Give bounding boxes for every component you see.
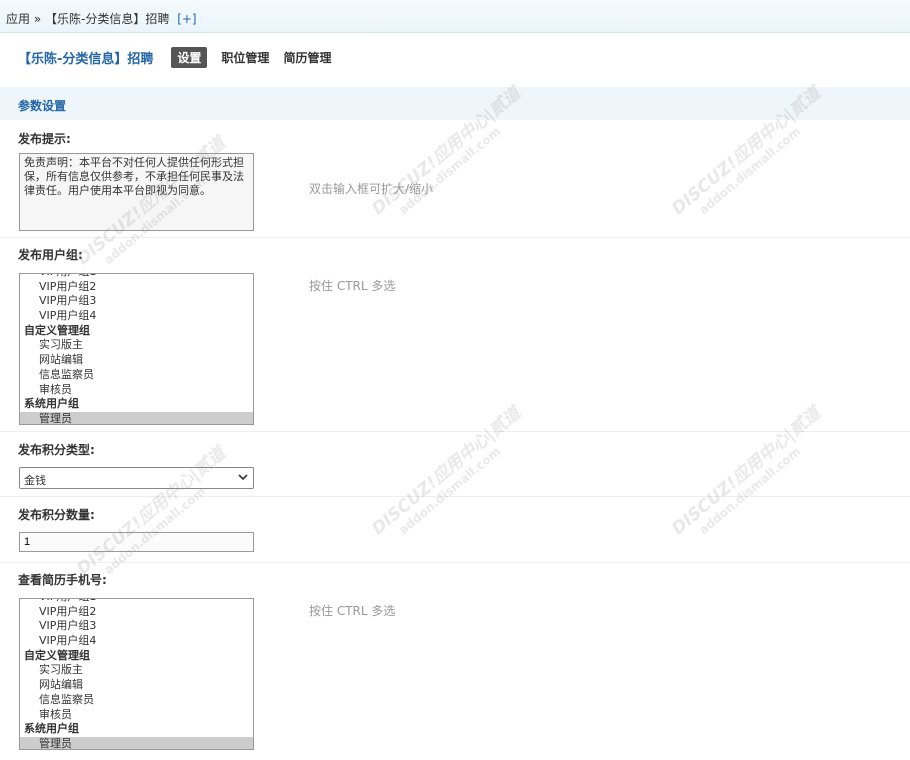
list-option[interactable]: VIP用户组4: [20, 309, 253, 324]
breadcrumb: 应用 » 【乐陈-分类信息】招聘 [+]: [6, 10, 197, 27]
credit-type-select[interactable]: 金钱: [19, 467, 254, 489]
tab-settings[interactable]: 设置: [171, 46, 208, 68]
divider: [0, 496, 910, 497]
tab-job-management[interactable]: 职位管理: [221, 49, 269, 66]
view-phone-groups-label: 查看简历手机号:: [18, 573, 107, 587]
list-option[interactable]: 实习版主: [20, 663, 253, 678]
option-group-label: 系统用户组: [24, 722, 79, 736]
view-phone-groups-listbox[interactable]: VIP用户组1VIP用户组2VIP用户组3VIP用户组4自定义管理组实习版主网站…: [19, 598, 254, 750]
notice-tip: 双击输入框可扩大/缩小: [309, 182, 434, 196]
page-header: 【乐陈-分类信息】招聘 设置 职位管理 简历管理: [18, 46, 345, 68]
list-option[interactable]: VIP用户组3: [20, 619, 253, 634]
list-option[interactable]: VIP用户组2: [20, 605, 253, 620]
credit-amount-label: 发布积分数量:: [18, 508, 95, 522]
breadcrumb-current: 【乐陈-分类信息】招聘: [45, 12, 170, 26]
list-option[interactable]: 信息监察员: [20, 368, 253, 383]
post-groups-tip: 按住 CTRL 多选: [309, 279, 396, 293]
list-option[interactable]: 网站编辑: [20, 678, 253, 693]
list-option[interactable]: 审核员: [20, 708, 253, 723]
list-option[interactable]: 实习版主: [20, 338, 253, 353]
list-option[interactable]: VIP用户组3: [20, 294, 253, 309]
post-groups-options: VIP用户组1VIP用户组2VIP用户组3VIP用户组4自定义管理组实习版主网站…: [20, 274, 253, 424]
breadcrumb-separator: »: [33, 12, 42, 26]
watermark-logo: DISCUZ!应用中心|贰道addon.dismall.com: [368, 403, 525, 540]
list-option[interactable]: 审核员: [20, 383, 253, 398]
breadcrumb-bar: 应用 » 【乐陈-分类信息】招聘 [+]: [0, 0, 910, 33]
chevron-down-icon: [238, 474, 248, 481]
view-phone-groups-tip: 按住 CTRL 多选: [309, 604, 396, 618]
breadcrumb-root[interactable]: 应用: [6, 12, 30, 26]
watermark-logo: DISCUZ!应用中心|贰道addon.dismall.com: [73, 443, 230, 580]
list-option[interactable]: VIP用户组4: [20, 634, 253, 649]
watermark-logo: DISCUZ!应用中心|贰道addon.dismall.com: [668, 403, 825, 540]
list-option[interactable]: 管理员: [20, 736, 253, 749]
credit-type-value: 金钱: [24, 474, 46, 487]
credit-type-label: 发布积分类型:: [18, 443, 95, 457]
page-title: 【乐陈-分类信息】招聘: [18, 51, 154, 67]
list-option[interactable]: 管理员: [20, 411, 253, 424]
option-group-label: 系统用户组: [24, 397, 79, 411]
add-to-favorites-link[interactable]: [+]: [177, 12, 196, 26]
view-phone-groups-options: VIP用户组1VIP用户组2VIP用户组3VIP用户组4自定义管理组实习版主网站…: [20, 599, 253, 749]
list-option[interactable]: VIP用户组1: [20, 274, 253, 280]
tab-resume-management[interactable]: 简历管理: [283, 49, 331, 66]
option-group-label: 自定义管理组: [24, 648, 90, 662]
list-option[interactable]: 网站编辑: [20, 353, 253, 368]
list-option[interactable]: 信息监察员: [20, 693, 253, 708]
section-title: 参数设置: [18, 99, 67, 113]
divider: [0, 237, 910, 238]
section-header: 参数设置: [0, 87, 910, 120]
option-group-label: 自定义管理组: [24, 323, 90, 337]
post-groups-listbox[interactable]: VIP用户组1VIP用户组2VIP用户组3VIP用户组4自定义管理组实习版主网站…: [19, 273, 254, 425]
list-option[interactable]: VIP用户组2: [20, 280, 253, 295]
notice-textarea[interactable]: 免责声明：本平台不对任何人提供任何形式担保，所有信息仅供参考，不承担任何民事及法…: [19, 153, 254, 231]
list-option[interactable]: VIP用户组1: [20, 599, 253, 605]
post-groups-label: 发布用户组:: [18, 248, 83, 262]
divider: [0, 431, 910, 432]
credit-amount-input[interactable]: [19, 532, 254, 552]
divider: [0, 562, 910, 563]
notice-label: 发布提示:: [18, 132, 71, 146]
